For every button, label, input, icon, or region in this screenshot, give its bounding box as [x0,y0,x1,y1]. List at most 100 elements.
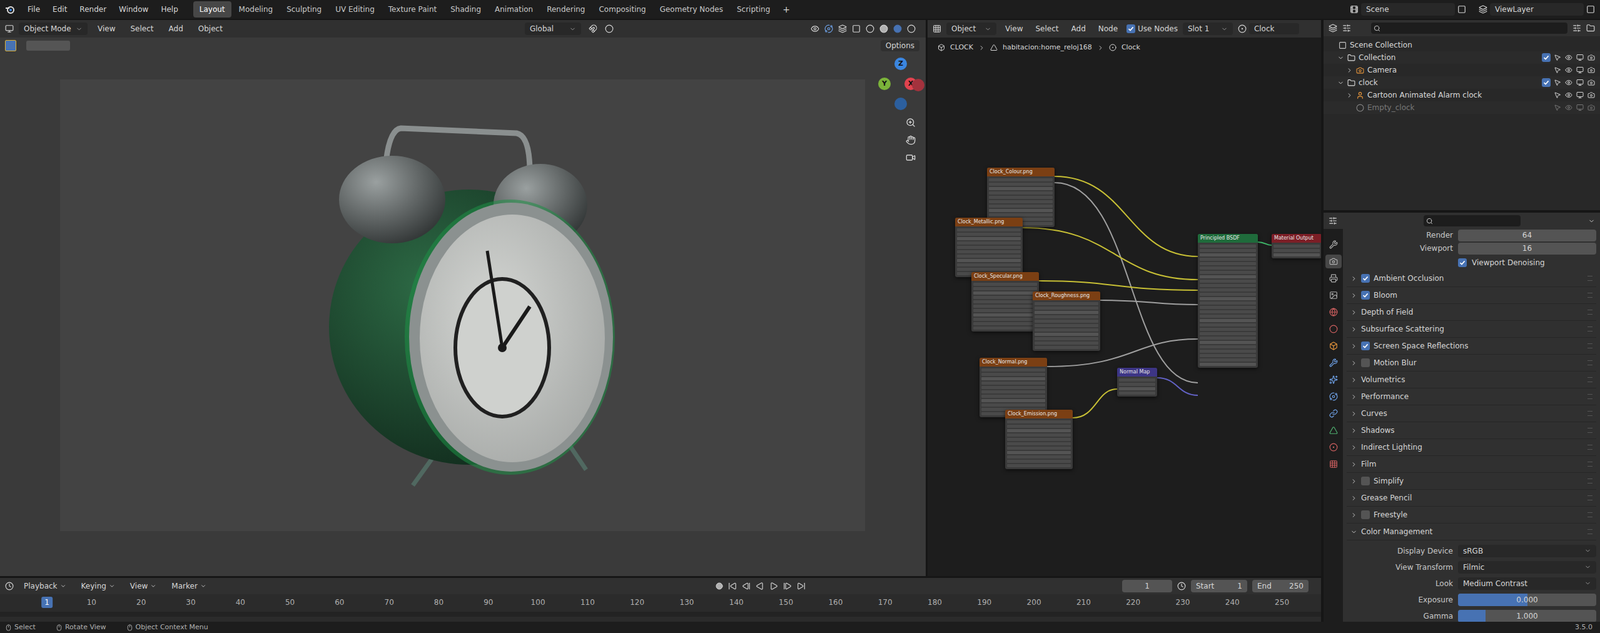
render-disable-icon[interactable] [1587,103,1595,112]
node-menu-item[interactable]: Node [1094,23,1122,35]
workspace-tab[interactable]: Rendering [540,1,592,18]
drag-handle-icon[interactable] [1587,529,1593,535]
viewport-disable-icon[interactable] [1576,78,1584,87]
properties-tab[interactable] [1325,457,1342,471]
outliner-row[interactable]: Camera [1323,63,1600,77]
expand-arrow-icon[interactable] [1346,91,1353,99]
rendered-shading-icon[interactable] [906,24,916,34]
selectable-icon[interactable] [1553,78,1562,87]
properties-tab[interactable] [1325,389,1342,404]
visibility-icon[interactable] [1564,103,1573,112]
viewport-canvas[interactable]: OptionsZYX [0,37,926,577]
panel-checkbox[interactable] [1361,358,1370,368]
drag-handle-icon[interactable] [1587,343,1593,349]
xray-icon[interactable] [851,24,861,34]
play-icon[interactable] [769,581,779,591]
workspace-tab[interactable]: Shading [444,1,488,18]
properties-tab[interactable] [1325,288,1342,303]
zoom-icon[interactable] [905,117,916,128]
panel-header[interactable]: Shadows [1346,422,1597,440]
workspace-tab[interactable]: Sculpting [280,1,328,18]
drag-handle-icon[interactable] [1587,410,1593,416]
menu-item[interactable]: Render [74,1,112,17]
node-menu-item[interactable]: Select [1031,23,1063,35]
properties-tab[interactable] [1325,440,1342,455]
material-shading-icon[interactable] [893,24,902,34]
end-frame-field[interactable]: End250 [1252,579,1309,593]
outliner-row[interactable]: Cartoon Animated Alarm clock [1323,88,1600,102]
visibility-icon[interactable] [1564,78,1573,87]
exclude-checkbox[interactable] [1541,78,1551,87]
gizmo-axis[interactable] [911,78,925,92]
selectable-icon[interactable] [1553,91,1562,99]
panel-header[interactable]: Bloom [1346,287,1597,304]
workspace-tab[interactable]: UV Editing [329,1,381,18]
workspace-tab[interactable]: Modeling [232,1,280,18]
options-button[interactable]: Options [880,40,920,52]
record-icon[interactable] [715,582,724,590]
node-menu-item[interactable]: View [1001,23,1027,35]
filter-icon[interactable] [1572,23,1582,33]
camera-view-icon[interactable] [905,152,916,163]
jump-start-icon[interactable] [728,581,737,591]
editor-type-icon[interactable] [1328,23,1338,33]
menu-item[interactable]: Window [113,1,154,17]
properties-tab[interactable] [1325,406,1342,421]
shader-node[interactable]: Normal Map [1117,367,1158,397]
denoise-checkbox[interactable] [1458,258,1467,268]
drag-handle-icon[interactable] [1587,495,1593,501]
viewport-menu-item[interactable]: View [92,23,121,35]
properties-tab[interactable] [1325,322,1342,336]
shader-node[interactable]: Clock_Normal.png [979,357,1048,418]
expand-arrow-icon[interactable] [1337,79,1345,87]
gizmo-toggle-icon[interactable] [824,24,834,34]
outliner-row[interactable]: clock [1323,76,1600,89]
new-view-layer-icon[interactable] [1586,5,1595,14]
drag-handle-icon[interactable] [1587,394,1593,400]
timeline-menu-item[interactable]: View [125,580,162,592]
workspace-tab[interactable]: Animation [488,1,540,18]
overlay-icon[interactable] [838,24,847,34]
pan-icon[interactable] [905,135,916,146]
breadcrumb-item[interactable]: CLOCK [950,42,974,54]
properties-tab[interactable] [1325,254,1342,269]
menu-item[interactable]: Help [155,1,183,17]
properties-tab[interactable] [1325,305,1342,319]
outliner-row[interactable]: Scene Collection [1323,38,1600,52]
menu-item[interactable]: File [22,1,46,17]
gizmo-axis[interactable] [894,97,907,111]
selectable-icon[interactable] [1553,66,1562,74]
drag-handle-icon[interactable] [1587,309,1593,315]
panel-checkbox[interactable] [1361,476,1370,486]
drag-handle-icon[interactable] [1587,377,1593,383]
workspace-tab[interactable]: Scripting [730,1,777,18]
workspace-tab[interactable]: Compositing [592,1,652,18]
panel-header[interactable]: Screen Space Reflections [1346,337,1597,355]
properties-tab[interactable] [1325,339,1342,353]
outliner-search[interactable] [1371,22,1568,34]
drag-handle-icon[interactable] [1587,478,1593,484]
menu-item[interactable]: Edit [47,1,72,17]
gizmo-axis[interactable]: Z [894,57,907,71]
panel-checkbox[interactable] [1361,273,1370,283]
blender-logo-icon[interactable] [5,4,16,15]
outliner-row[interactable]: Collection [1323,51,1600,64]
start-frame-field[interactable]: Start1 [1190,579,1248,593]
properties-tab[interactable] [1325,423,1342,438]
use-nodes-checkbox[interactable] [1126,24,1136,34]
drag-handle-icon[interactable] [1587,326,1593,332]
properties-tab[interactable] [1325,237,1342,252]
properties-search[interactable] [1423,215,1521,227]
timeline-menu-item[interactable]: Keying [76,580,121,592]
properties-tab[interactable] [1325,372,1342,387]
color-dropdown[interactable]: Filmic [1458,561,1597,574]
solid-shading-icon[interactable] [879,24,889,34]
render-disable-icon[interactable] [1587,78,1595,87]
proportional-edit-icon[interactable] [604,24,614,34]
jump-end-icon[interactable] [796,581,806,591]
timeline-menu-item[interactable]: Playback [18,580,72,592]
drag-handle-icon[interactable] [1587,512,1593,518]
drag-handle-icon[interactable] [1587,360,1593,366]
drag-handle-icon[interactable] [1587,461,1593,467]
orientation-dropdown[interactable]: Global [524,22,582,36]
